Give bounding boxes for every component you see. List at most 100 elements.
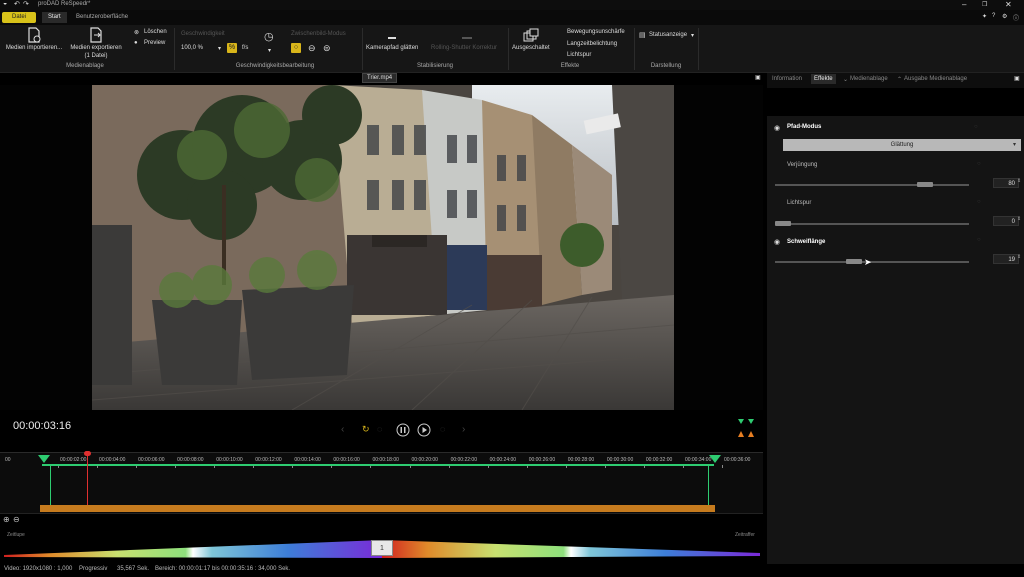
camera-smooth-button[interactable]: Kamerapfad glätten xyxy=(366,45,418,51)
range-end-handle[interactable] xyxy=(709,455,721,463)
undo-icon[interactable]: ↶ xyxy=(14,0,20,8)
reset-icon[interactable]: ○ xyxy=(977,199,981,205)
playhead-handle[interactable] xyxy=(84,451,91,456)
minimize-button[interactable]: – xyxy=(962,0,966,9)
light-trail-slider-thumb[interactable] xyxy=(775,221,791,226)
tab-media[interactable]: Medienablage xyxy=(850,76,888,82)
preview-button[interactable]: Preview xyxy=(144,40,165,46)
light-trail-option[interactable]: Lichtspur xyxy=(567,52,591,58)
stepper-icon[interactable]: ⇕ xyxy=(1017,216,1021,222)
tapering-slider[interactable] xyxy=(775,184,969,186)
tapering-label: Verjüngung xyxy=(787,162,818,168)
pin-icon[interactable]: ✦ xyxy=(982,13,987,20)
tab-file[interactable]: Datei xyxy=(2,12,36,23)
range-end-line xyxy=(708,466,709,506)
tab-start[interactable]: Start xyxy=(42,12,67,23)
interp-frame-icon[interactable]: ⊖ xyxy=(308,43,316,54)
range-start-handle[interactable] xyxy=(38,455,50,463)
status-display-button[interactable]: Statusanzeige xyxy=(649,32,687,38)
fit-timeline-icon[interactable] xyxy=(736,417,756,441)
tapering-slider-thumb[interactable] xyxy=(917,182,934,187)
tapering-value[interactable]: 80 xyxy=(993,178,1019,188)
collapse-icon[interactable]: ◉ xyxy=(774,124,780,132)
effects-icon[interactable] xyxy=(523,28,539,42)
fps-label[interactable]: f/s xyxy=(242,45,248,51)
step-back-icon[interactable]: ◌ xyxy=(377,424,382,434)
tab-ui[interactable]: Benutzeroberfläche xyxy=(70,12,134,23)
maximize-button[interactable]: ❐ xyxy=(982,1,987,8)
path-mode-select[interactable]: Glättung xyxy=(783,139,1021,151)
prev-marker-icon[interactable]: ‹ xyxy=(341,424,344,435)
interp-motion-icon[interactable]: ⊜ xyxy=(323,43,331,54)
chevron-down-icon[interactable]: ▾ xyxy=(1013,141,1016,148)
stepper-icon[interactable]: ⇕ xyxy=(1017,254,1021,260)
interp-blend-button[interactable]: ○ xyxy=(291,43,301,53)
percent-toggle[interactable]: % xyxy=(227,43,237,53)
trail-length-slider[interactable] xyxy=(775,261,969,263)
divider xyxy=(698,28,699,70)
reset-icon[interactable]: ○ xyxy=(977,161,981,167)
loop-icon[interactable]: ↻ xyxy=(362,424,370,435)
zoom-in-icon[interactable]: ⊕ xyxy=(3,515,10,524)
long-exposure-option[interactable]: Langzeitbelichtung xyxy=(567,41,617,47)
settings-icon[interactable]: ⚙ xyxy=(1002,13,1007,20)
reset-icon[interactable]: ○ xyxy=(977,237,981,243)
clip-track[interactable] xyxy=(40,505,715,512)
timecode-display: 00:00:03:16 xyxy=(13,420,72,432)
rolling-shutter-icon xyxy=(462,37,472,39)
divider xyxy=(0,513,763,514)
play-button[interactable] xyxy=(417,423,431,437)
range-start-line xyxy=(50,466,51,506)
tick-label: 00:00:10:00 xyxy=(216,457,243,463)
playhead[interactable] xyxy=(87,453,88,511)
group-display-label: Darstellung xyxy=(650,63,682,69)
import-button[interactable]: Medien importieren... xyxy=(2,45,66,51)
trail-length-slider-thumb[interactable] xyxy=(846,259,863,264)
document-icon: ▤ xyxy=(639,32,646,39)
chevron-down-icon[interactable]: ▾ xyxy=(691,32,694,39)
chevron-down-icon[interactable]: ▾ xyxy=(268,47,271,54)
reset-icon[interactable]: ○ xyxy=(974,124,978,130)
maximize-panel-icon[interactable]: ▣ xyxy=(1014,75,1020,82)
tick-label: 00:00:22:00 xyxy=(450,457,477,463)
speed-marker[interactable]: 1 xyxy=(371,540,393,556)
maximize-panel-icon[interactable]: ▣ xyxy=(755,74,761,81)
tick-label: 00:00:24:00 xyxy=(489,457,517,463)
effects-off-button[interactable]: Ausgeschaltet xyxy=(512,45,550,51)
delete-button[interactable]: Löschen xyxy=(144,29,167,35)
tab-effects[interactable]: Effekte xyxy=(811,74,836,84)
tick-label: 00:00:08:00 xyxy=(177,457,204,463)
pause-button[interactable] xyxy=(396,423,410,437)
speed-input[interactable]: 100,0 % xyxy=(181,45,203,51)
trail-length-value[interactable]: 19 xyxy=(993,254,1019,264)
motion-blur-option[interactable]: Bewegungsunschärfe xyxy=(567,29,625,35)
export-icon[interactable] xyxy=(88,27,104,43)
next-marker-icon[interactable]: › xyxy=(462,424,465,435)
chevron-up-icon: ⌃ xyxy=(897,77,903,83)
clock-icon[interactable]: ◷ xyxy=(264,30,274,43)
chevron-down-icon[interactable]: ▾ xyxy=(218,45,221,52)
step-forward-icon[interactable]: ◌ xyxy=(440,424,445,434)
collapse-icon[interactable]: ◉ xyxy=(774,238,780,246)
export-button[interactable]: Medien exportieren xyxy=(66,45,126,51)
video-frame[interactable] xyxy=(92,85,674,410)
tab-information[interactable]: Information xyxy=(772,76,802,82)
ribbon-tabs: ✦ ? ⚙ ⓘ xyxy=(0,10,1024,25)
tick-label: 00:00:36:00 xyxy=(724,457,751,463)
import-icon[interactable] xyxy=(26,27,42,43)
redo-icon[interactable]: ↷ xyxy=(23,0,29,8)
close-button[interactable]: ✕ xyxy=(1005,0,1012,9)
info-icon[interactable]: ⓘ xyxy=(1013,13,1019,22)
help-icon[interactable]: ? xyxy=(992,13,995,19)
zoom-out-icon[interactable]: ⊖ xyxy=(13,515,20,524)
timeline-top-border xyxy=(0,452,763,453)
tab-output-media[interactable]: Ausgabe Medienablage xyxy=(904,76,967,82)
tick-label: 00:00:26:00 xyxy=(528,457,556,463)
status-bar: Video: 1920x1080 : 1,000 Progressiv 35,5… xyxy=(0,564,1024,577)
rolling-shutter-button[interactable]: Rolling-Shutter Korrektur xyxy=(431,45,497,51)
stepper-icon[interactable]: ⇕ xyxy=(1017,178,1021,184)
tick-label: 00:00:06:00 xyxy=(138,457,165,463)
light-trail-value[interactable]: 0 xyxy=(993,216,1019,226)
light-trail-slider[interactable] xyxy=(775,223,969,225)
range-top-line xyxy=(42,464,714,466)
